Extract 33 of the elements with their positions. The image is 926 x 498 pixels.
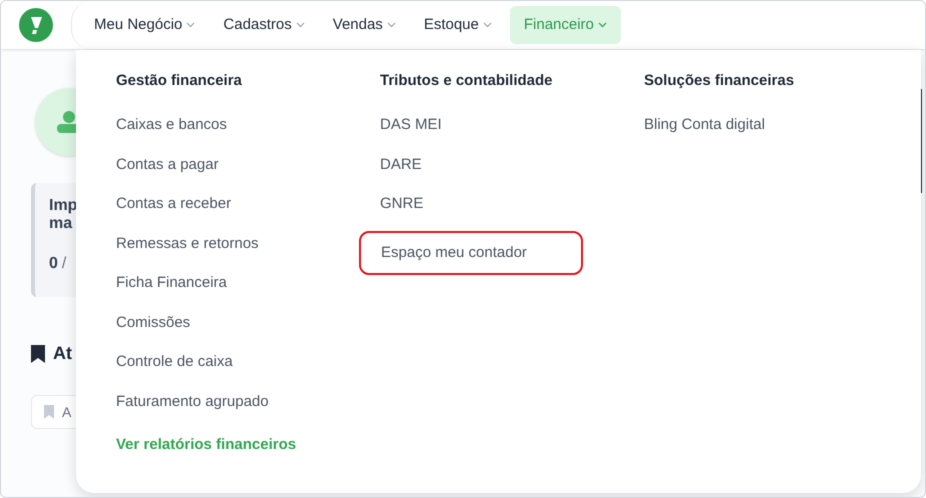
section-title: At	[53, 342, 72, 365]
card-separator: /	[62, 254, 66, 274]
nav-tab[interactable]: Vendas	[322, 6, 406, 44]
chevron-down-icon	[386, 22, 396, 28]
column-heading: Gestão financeira	[116, 71, 243, 90]
menu-item[interactable]: DAS MEI	[380, 115, 442, 154]
column-heading: Soluções financeiras	[644, 71, 796, 90]
menu-item[interactable]: Contas a pagar	[116, 154, 219, 194]
logo-icon[interactable]	[19, 8, 53, 42]
menu-item[interactable]: GNRE	[380, 194, 424, 234]
card-title: ma	[49, 215, 74, 233]
menu-item[interactable]: Ficha Financeira	[116, 273, 227, 312]
nav-tab[interactable]: Cadastros	[213, 6, 315, 44]
menu-item[interactable]: Faturamento agrupado	[116, 392, 269, 431]
bookmark-icon	[44, 405, 54, 419]
card-count: 0	[49, 254, 58, 274]
chevron-down-icon	[482, 22, 492, 28]
nav-tab[interactable]: Estoque	[414, 6, 502, 44]
chevron-down-icon	[186, 22, 196, 28]
card-title: Imp	[49, 197, 78, 215]
menu-item[interactable]: Espaço meu contador	[359, 231, 583, 275]
menu-item[interactable]: Bling Conta digital	[644, 115, 765, 154]
menu-item[interactable]: Contas a receber	[116, 194, 232, 234]
bookmark-icon	[31, 344, 45, 362]
menu-item[interactable]: Remessas e retornos	[116, 234, 259, 273]
chevron-down-icon	[296, 22, 305, 28]
column-heading: Tributos e contabilidade	[380, 71, 554, 90]
menu-item[interactable]: Caixas e bancos	[116, 115, 227, 154]
nav-tab[interactable]: Meu Negócio	[84, 6, 206, 44]
menu-item[interactable]: Comissões	[116, 312, 190, 352]
menu-item[interactable]: DARE	[380, 154, 422, 194]
menu-item[interactable]: Controle de caixa	[116, 352, 233, 392]
chevron-down-icon	[598, 22, 607, 28]
